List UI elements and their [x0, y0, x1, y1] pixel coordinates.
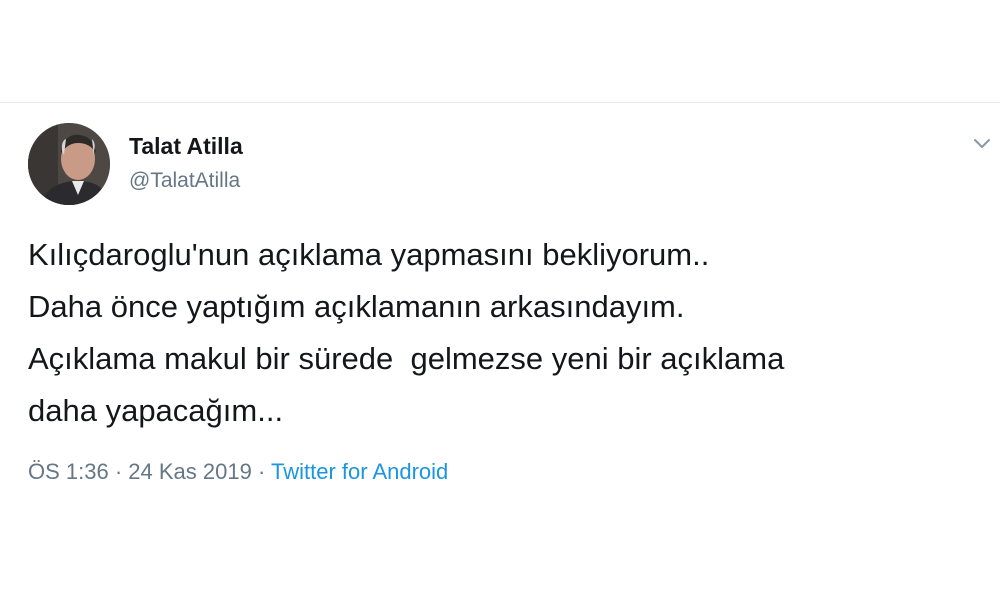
- meta-separator: ·: [108, 459, 129, 484]
- tweet-text-line: Açıklama makul bir sürede gelmezse yeni …: [28, 341, 785, 376]
- avatar[interactable]: [28, 123, 110, 205]
- author-display-name[interactable]: Talat Atilla: [129, 133, 243, 160]
- tweet-text-line: Daha önce yaptığım açıklamanın arkasında…: [28, 289, 685, 324]
- tweet-text-line: Kılıçdaroglu'nun açıklama yapmasını bekl…: [28, 237, 710, 272]
- tweet-source-link[interactable]: Twitter for Android: [271, 459, 448, 484]
- tweet-time[interactable]: ÖS 1:36: [28, 459, 109, 484]
- tweet-date[interactable]: 24 Kas 2019: [128, 459, 252, 484]
- chevron-down-icon: [974, 139, 990, 148]
- tweet-text: Kılıçdaroglu'nun açıklama yapmasını bekl…: [28, 229, 988, 437]
- more-options-button[interactable]: [968, 131, 996, 155]
- avatar-photo: [28, 123, 110, 205]
- tweet-metadata: ÖS 1:36 · 24 Kas 2019 · Twitter for Andr…: [28, 459, 448, 485]
- meta-separator: ·: [251, 459, 271, 484]
- tweet-card: Talat Atilla @TalatAtilla Kılıçdaroglu'n…: [0, 102, 1000, 502]
- tweet-text-line: daha yapacağım...: [28, 393, 284, 428]
- author-handle[interactable]: @TalatAtilla: [129, 169, 240, 193]
